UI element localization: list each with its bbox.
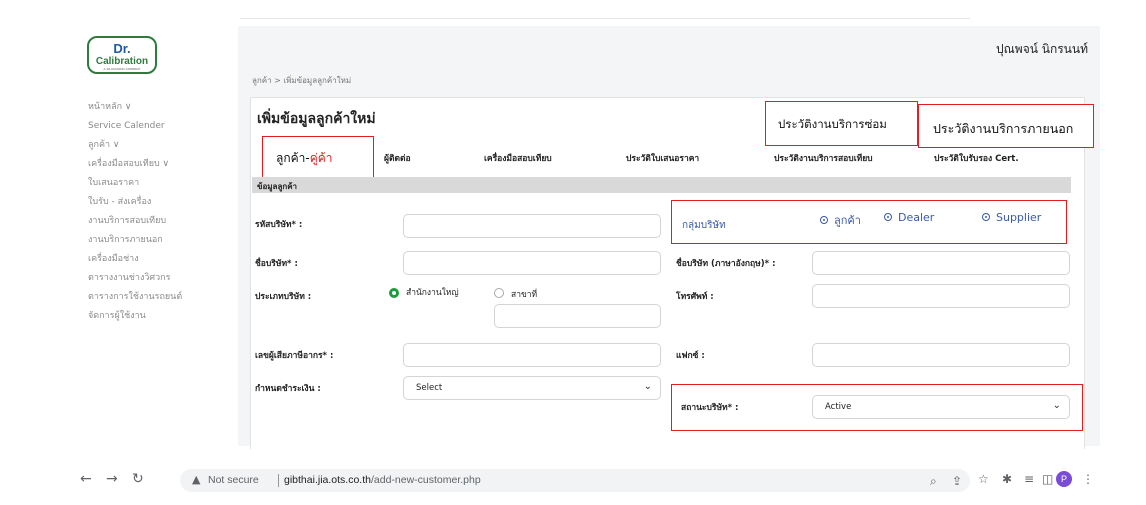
- breadcrumb: ลูกค้า > เพิ่มข้อมูลลูกค้าใหม่: [252, 76, 352, 85]
- logo-main-text: Dr.: [113, 41, 131, 56]
- logo[interactable]: Dr. Calibration A JIA HOLDING COMPANY: [87, 36, 157, 74]
- sidebar-nav: หน้าหลัก ∨ Service Calender ลูกค้า ∨ เคร…: [88, 98, 182, 326]
- profile-avatar[interactable]: P: [1056, 471, 1072, 487]
- sidebar-item-quotations[interactable]: ใบเสนอราคา: [88, 174, 182, 193]
- reading-list-icon[interactable]: ≡: [1024, 472, 1034, 486]
- payment-terms-value: Select: [416, 383, 443, 393]
- radio-icon: [884, 213, 892, 221]
- sidebar-item-vehicle-schedule[interactable]: ตารางการใช้งานรถยนต์: [88, 288, 182, 307]
- company-name-label: ชื่อบริษัท* :: [255, 259, 298, 269]
- group-option-customer[interactable]: ลูกค้า: [820, 211, 861, 229]
- sidebar-item-receive-send[interactable]: ใบรับ - ส่งเครื่อง: [88, 193, 182, 212]
- tab-outside-history[interactable]: ประวัติงานบริการภายนอก: [918, 104, 1094, 148]
- radio-icon: [820, 216, 828, 224]
- company-status-select[interactable]: Active ⌄: [812, 395, 1070, 419]
- phone-label: โทรศัพท์ :: [676, 292, 714, 302]
- user-name[interactable]: ปุณพจน์ นิกรนนท์: [996, 40, 1088, 59]
- radio-unchecked-icon: [494, 288, 504, 298]
- reload-icon[interactable]: ↻: [132, 471, 144, 487]
- tab-calibration-history[interactable]: ประวัติงานบริการสอบเทียบ: [774, 151, 873, 165]
- share-icon[interactable]: ⇪: [952, 474, 962, 488]
- extensions-icon[interactable]: ✱: [1002, 472, 1012, 486]
- fax-label: แฟกซ์ :: [676, 351, 705, 361]
- sidebar: Dr. Calibration A JIA HOLDING COMPANY หน…: [75, 30, 235, 450]
- sidebar-item-engineer-schedule[interactable]: ตารางงานช่างวิศวกร: [88, 269, 182, 288]
- tab-repair-history[interactable]: ประวัติงานบริการซ่อม: [765, 101, 918, 146]
- radio-icon: [982, 213, 990, 221]
- zoom-icon[interactable]: ⌕: [930, 474, 937, 489]
- sidebar-item-technician-tools[interactable]: เครื่องมือช่าง: [88, 250, 182, 269]
- company-group-label: กลุ่มบริษัท: [682, 220, 726, 231]
- tab-calibration-tools[interactable]: เครื่องมือสอบเทียบ: [484, 151, 552, 165]
- tab-repair-history-label: ประวัติงานบริการซ่อม: [778, 117, 887, 131]
- chevron-down-icon: ⌄: [643, 381, 652, 392]
- tab-outside-history-label: ประวัติงานบริการภายนอก: [933, 121, 1074, 136]
- url-separator: [278, 474, 279, 487]
- company-group-box: กลุ่มบริษัท ลูกค้า Dealer Supplier: [671, 200, 1067, 244]
- side-panel-icon[interactable]: ◫: [1042, 472, 1053, 486]
- more-menu-icon[interactable]: ⋮: [1082, 472, 1094, 486]
- logo-sub-text: Calibration: [95, 56, 149, 67]
- company-status-value: Active: [825, 402, 852, 412]
- phone-input[interactable]: [812, 284, 1070, 308]
- company-code-label: รหัสบริษัท* :: [255, 220, 303, 230]
- group-option-supplier[interactable]: Supplier: [982, 211, 1041, 224]
- tab-bar: ผู้ติดต่อ เครื่องมือสอบเทียบ ประวัติใบเส…: [0, 151, 1146, 167]
- sidebar-item-user-management[interactable]: จัดการผู้ใช้งาน: [88, 307, 182, 326]
- tab-partner-suffix: คู่ค้า: [309, 151, 333, 165]
- fax-input[interactable]: [812, 343, 1070, 367]
- group-option-dealer-label: Dealer: [898, 211, 935, 224]
- tab-contacts[interactable]: ผู้ติดต่อ: [384, 151, 411, 165]
- tab-customer-partner[interactable]: ลูกค้า-คู่ค้า: [262, 136, 374, 179]
- not-secure-label[interactable]: Not secure: [208, 474, 259, 486]
- tab-customer-prefix: ลูกค้า-: [276, 151, 310, 165]
- radio-checked-icon: [389, 288, 399, 298]
- company-name-en-input[interactable]: [812, 251, 1070, 275]
- bookmark-star-icon[interactable]: ☆: [978, 472, 989, 486]
- company-type-option-branch-label: สาขาที่: [511, 290, 538, 300]
- branch-number-input[interactable]: [494, 304, 661, 328]
- group-option-dealer[interactable]: Dealer: [884, 211, 934, 224]
- sidebar-item-service-calendar[interactable]: Service Calender: [88, 117, 182, 136]
- page-title: เพิ่มข้อมูลลูกค้าใหม่: [257, 111, 376, 127]
- top-divider: [240, 18, 970, 19]
- url-text[interactable]: gibthai.jia.ots.co.th/add-new-customer.p…: [284, 474, 481, 486]
- browser-toolbar: ← → ↻ ▲ Not secure gibthai.jia.ots.co.th…: [70, 464, 1100, 496]
- back-arrow-icon[interactable]: ←: [80, 471, 92, 487]
- sidebar-item-calibration-service[interactable]: งานบริการสอบเทียบ: [88, 212, 182, 231]
- forward-arrow-icon[interactable]: →: [106, 471, 118, 487]
- tax-id-label: เลขผู้เสียภาษีอากร* :: [255, 351, 334, 361]
- page: Dr. Calibration A JIA HOLDING COMPANY หน…: [0, 0, 1146, 505]
- company-name-en-label: ชื่อบริษัท (ภาษาอังกฤษ)* :: [676, 259, 776, 269]
- section-title: ข้อมูลลูกค้า: [257, 182, 298, 191]
- payment-terms-label: กำหนดชำระเงิน :: [255, 384, 321, 394]
- chevron-down-icon: ⌄: [1052, 400, 1061, 411]
- group-option-supplier-label: Supplier: [996, 211, 1042, 224]
- company-type-option-headoffice-label: สำนักงานใหญ่: [406, 288, 459, 298]
- tab-quotation-history[interactable]: ประวัติใบเสนอราคา: [626, 151, 699, 165]
- tax-id-input[interactable]: [403, 343, 661, 367]
- logo-caption: A JIA HOLDING COMPANY: [103, 67, 141, 71]
- url-path: /add-new-customer.php: [370, 474, 481, 486]
- tab-customer-partner-label: ลูกค้า-คู่ค้า: [276, 149, 333, 168]
- url-host: gibthai.jia.ots.co.th: [284, 474, 371, 486]
- section-header: ข้อมูลลูกค้า: [252, 177, 1071, 193]
- payment-terms-select[interactable]: Select ⌄: [403, 376, 661, 400]
- warning-icon[interactable]: ▲: [192, 473, 200, 486]
- company-code-input[interactable]: [403, 214, 661, 238]
- group-option-customer-label: ลูกค้า: [834, 214, 861, 227]
- sidebar-item-outside-service[interactable]: งานบริการภายนอก: [88, 231, 182, 250]
- company-type-label: ประเภทบริษัท :: [255, 292, 312, 302]
- company-name-input[interactable]: [403, 251, 661, 275]
- company-status-box: สถานะบริษัท* : Active ⌄: [671, 384, 1083, 431]
- sidebar-item-home[interactable]: หน้าหลัก ∨: [88, 98, 182, 117]
- company-status-label: สถานะบริษัท* :: [681, 403, 739, 413]
- tab-cert-history[interactable]: ประวัติใบรับรอง Cert.: [934, 151, 1019, 165]
- address-bar[interactable]: ▲ Not secure gibthai.jia.ots.co.th/add-n…: [180, 469, 970, 492]
